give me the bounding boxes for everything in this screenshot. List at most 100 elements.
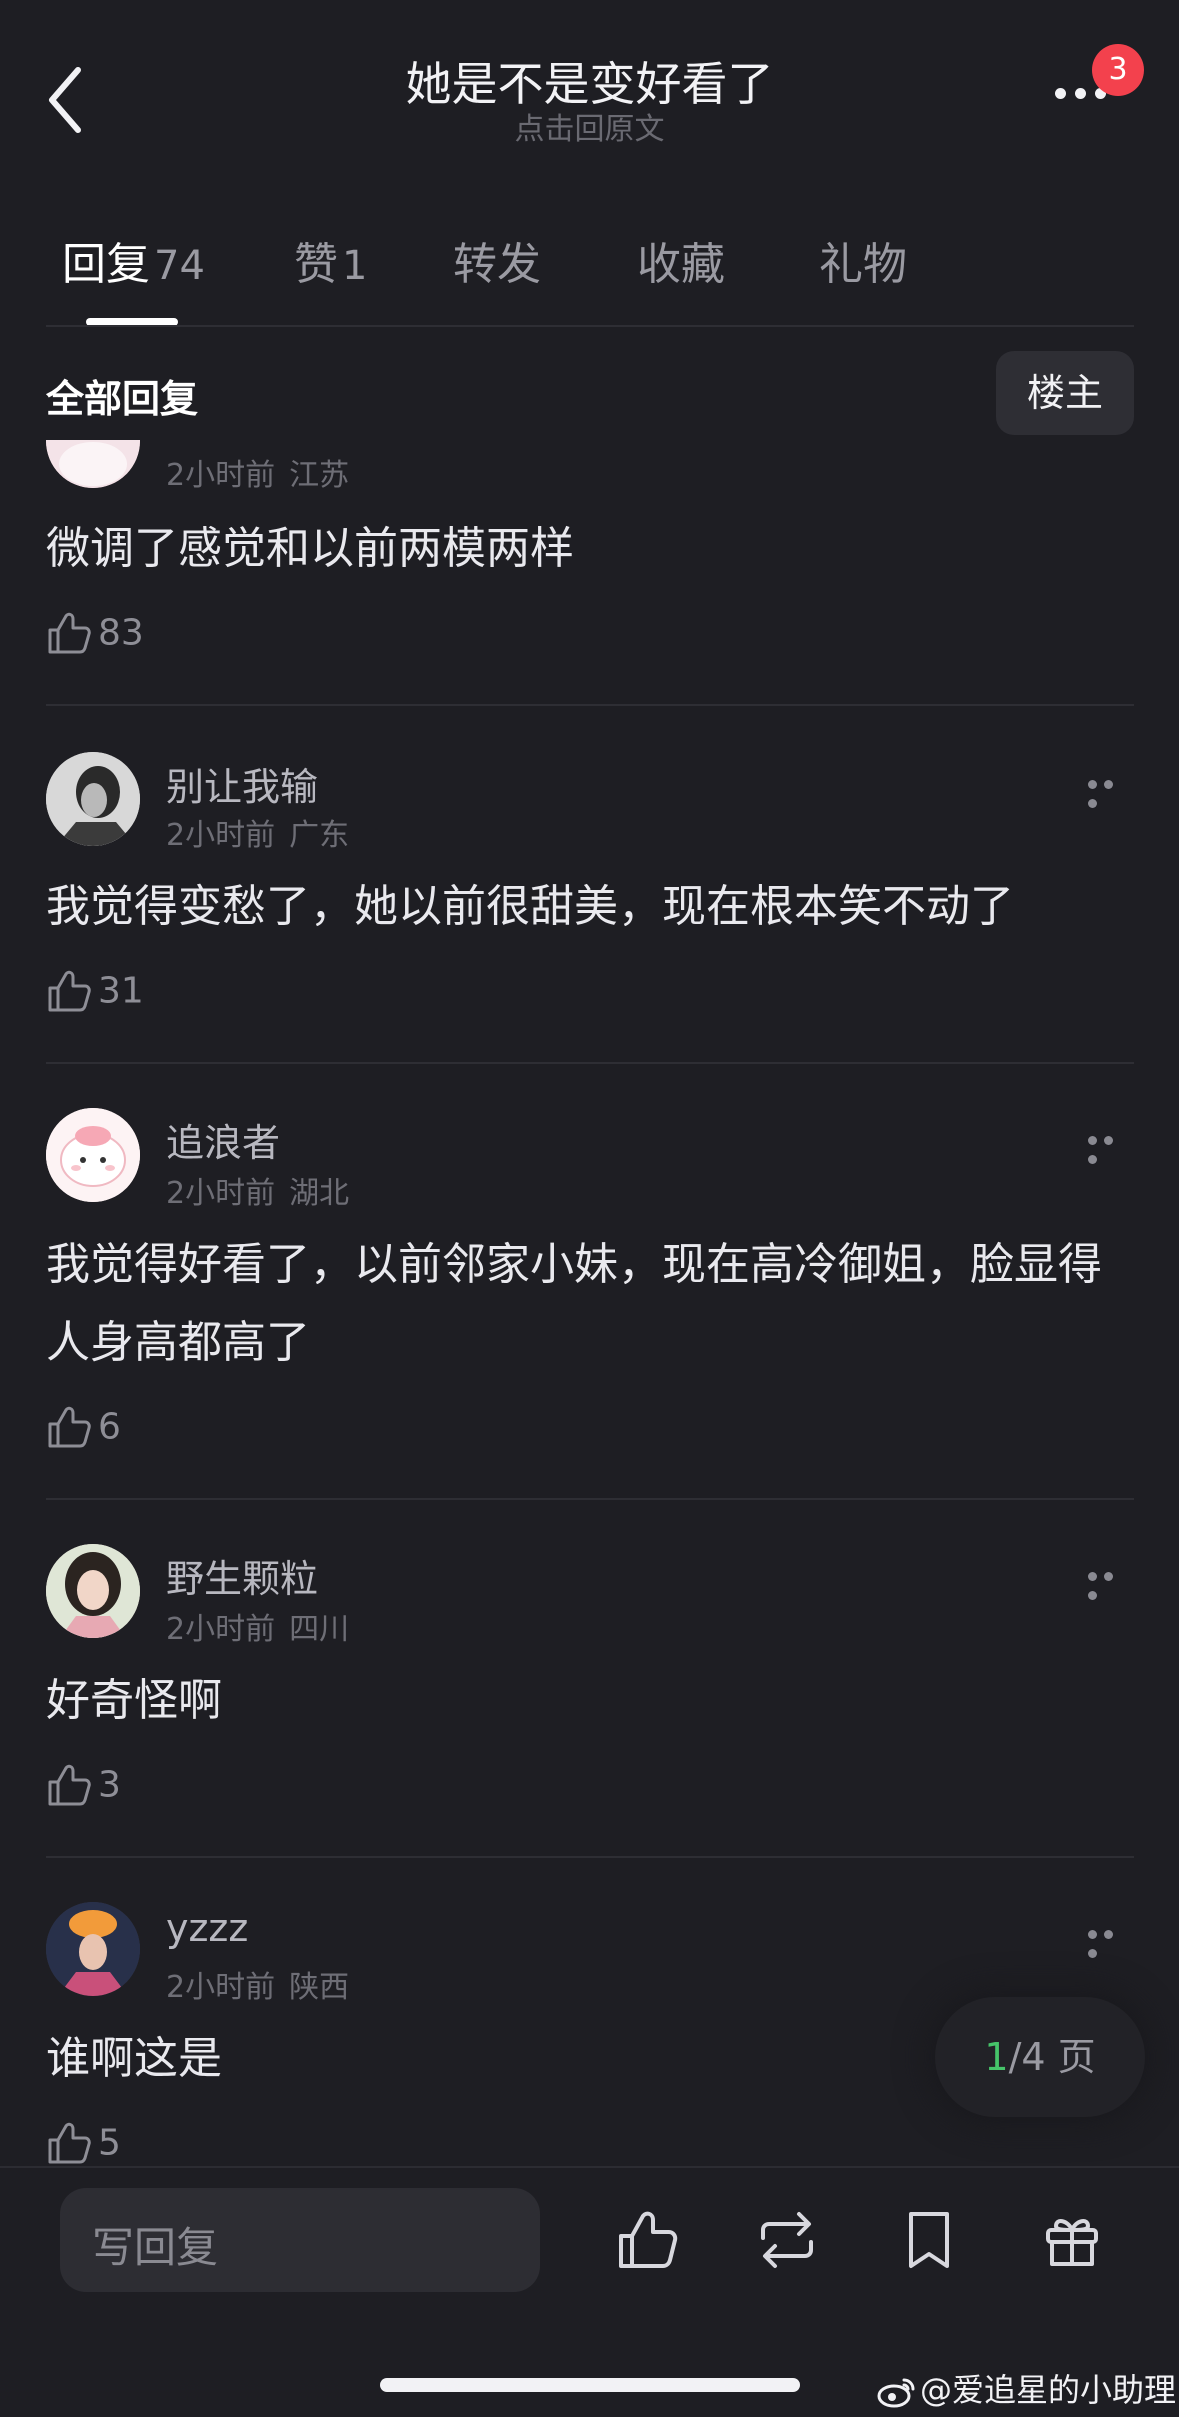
comment-username[interactable]: yzzz (166, 1906, 248, 1950)
tab-label: 回复 (62, 239, 150, 290)
avatar-photo (46, 752, 140, 846)
avatar-illustration (46, 1108, 140, 1202)
tab-likes[interactable]: 赞1 (294, 228, 367, 292)
tab-replies[interactable]: 回复 74 (62, 228, 205, 292)
comment-meta: 2小时前 江苏 (166, 450, 349, 494)
dot (1104, 780, 1113, 789)
avatar[interactable] (46, 1902, 140, 1996)
more-dot (1075, 88, 1086, 99)
comment-text[interactable]: 我觉得变愁了，她以前很甜美，现在根本笑不动了 (46, 868, 1136, 946)
tab-count: 74 (154, 243, 205, 289)
dot (1104, 1136, 1113, 1145)
bookmark-icon (909, 2212, 949, 2268)
like-count: 6 (98, 1406, 121, 1448)
comment-like-button[interactable]: 3 (46, 1762, 121, 1808)
comment-more-button[interactable] (1088, 1566, 1134, 1600)
like-count: 5 (98, 2122, 121, 2164)
like-count: 3 (98, 1764, 121, 1806)
tab-bar: 回复 74 赞1 转发 收藏 礼物 (0, 228, 1179, 318)
comment-meta: 2小时前 陕西 (166, 1962, 349, 2006)
avatar[interactable] (46, 752, 140, 846)
dot (1088, 1930, 1097, 1939)
comment-time: 2小时前 (166, 458, 276, 493)
comment-separator (46, 1498, 1134, 1500)
comment-meta: 2小时前 广东 (166, 810, 349, 854)
thumbs-up-icon (48, 612, 91, 654)
thumbs-up-icon (48, 970, 91, 1012)
avatar-illustration (46, 440, 140, 488)
comment-username[interactable]: 追浪者 (166, 1112, 280, 1167)
like-icon (619, 2211, 678, 2268)
comment-location: 四川 (289, 1612, 350, 1647)
like-count: 31 (98, 970, 144, 1012)
dot (1104, 1930, 1113, 1939)
gift-button[interactable] (1040, 2208, 1104, 2272)
comment-more-button[interactable] (1088, 1130, 1134, 1164)
comment-like-button[interactable]: 83 (46, 610, 144, 656)
comment-separator (46, 1856, 1134, 1858)
current-page: 1 (984, 2035, 1009, 2079)
comment-time: 2小时前 (166, 1612, 276, 1647)
avatar-photo (46, 1544, 140, 1638)
repost-icon (761, 2212, 813, 2268)
comment-like-button[interactable]: 31 (46, 968, 144, 1014)
tab-label: 收藏 (637, 239, 725, 290)
tab-label: 礼物 (819, 239, 907, 290)
avatar[interactable] (46, 1544, 140, 1638)
avatar[interactable] (46, 1108, 140, 1202)
comment-text[interactable]: 微调了感觉和以前两模两样 (46, 510, 1136, 588)
comment-text[interactable]: 好奇怪啊 (46, 1662, 1136, 1740)
comment-location: 陕西 (289, 1970, 350, 2005)
page-indicator[interactable]: 1/4 页 (935, 1997, 1145, 2117)
like-button[interactable] (615, 2208, 679, 2272)
notification-badge: 3 (1092, 44, 1144, 96)
watermark-text: @爱追星的小助理 (920, 2371, 1177, 2409)
bookmark-button[interactable] (897, 2208, 961, 2272)
dot (1088, 1572, 1097, 1581)
comment-meta: 2小时前 湖北 (166, 1168, 349, 1212)
avatar[interactable] (46, 440, 140, 488)
comment-like-button[interactable]: 5 (46, 2120, 121, 2166)
weibo-logo-icon (877, 2378, 915, 2408)
thumbs-up-icon (48, 2122, 91, 2164)
thumbs-up-icon (48, 1406, 91, 1448)
comment-like-button[interactable]: 6 (46, 1404, 121, 1450)
all-replies-heading: 全部回复 (46, 377, 199, 421)
comment-username[interactable]: 别让我输 (166, 756, 318, 811)
comment-location: 广东 (289, 818, 350, 853)
thumbs-up-icon (48, 1764, 91, 1806)
comment-time: 2小时前 (166, 1970, 276, 2005)
comment-more-button[interactable] (1088, 774, 1134, 808)
comment-meta: 2小时前 四川 (166, 1604, 349, 1648)
comment-separator (46, 1062, 1134, 1064)
tab-favorites[interactable]: 收藏 (637, 228, 725, 292)
reply-input[interactable]: 写回复 (60, 2188, 540, 2292)
watermark: @爱追星的小助理 (876, 2365, 1176, 2411)
comment-location: 湖北 (289, 1176, 350, 1211)
home-indicator[interactable] (380, 2378, 800, 2392)
op-only-filter-button[interactable]: 楼主 (996, 351, 1134, 435)
dot (1088, 1155, 1097, 1164)
comment-more-button[interactable] (1088, 1924, 1134, 1958)
comment-list: 2小时前 江苏 微调了感觉和以前两模两样 83 别让我输 2小时前 广东 我觉得变愁… (0, 440, 1179, 2166)
dot (1104, 1572, 1113, 1581)
top-nav-bar: 她是不是变好看了 点击回原文 3 (0, 0, 1179, 180)
reply-placeholder: 写回复 (92, 2223, 219, 2272)
tab-label: 转发 (453, 239, 541, 290)
dot (1088, 799, 1097, 808)
dot (1088, 1136, 1097, 1145)
tab-label: 赞 (294, 239, 338, 290)
comment-time: 2小时前 (166, 818, 276, 853)
like-count: 83 (98, 612, 144, 654)
repost-button[interactable] (755, 2208, 819, 2272)
tab-reposts[interactable]: 转发 (453, 228, 541, 292)
comment-location: 江苏 (289, 458, 350, 493)
page-total: /4 页 (1008, 2035, 1096, 2079)
dot (1088, 780, 1097, 789)
tab-gifts[interactable]: 礼物 (819, 228, 907, 292)
back-to-original-link[interactable]: 点击回原文 (0, 104, 1179, 148)
comment-text[interactable]: 我觉得好看了，以前邻家小妹，现在高冷御姐，脸显得人身高都高了 (46, 1226, 1136, 1382)
comment-username[interactable]: 野生颗粒 (166, 1548, 318, 1603)
dot (1088, 1949, 1097, 1958)
avatar-photo (46, 1902, 140, 1996)
